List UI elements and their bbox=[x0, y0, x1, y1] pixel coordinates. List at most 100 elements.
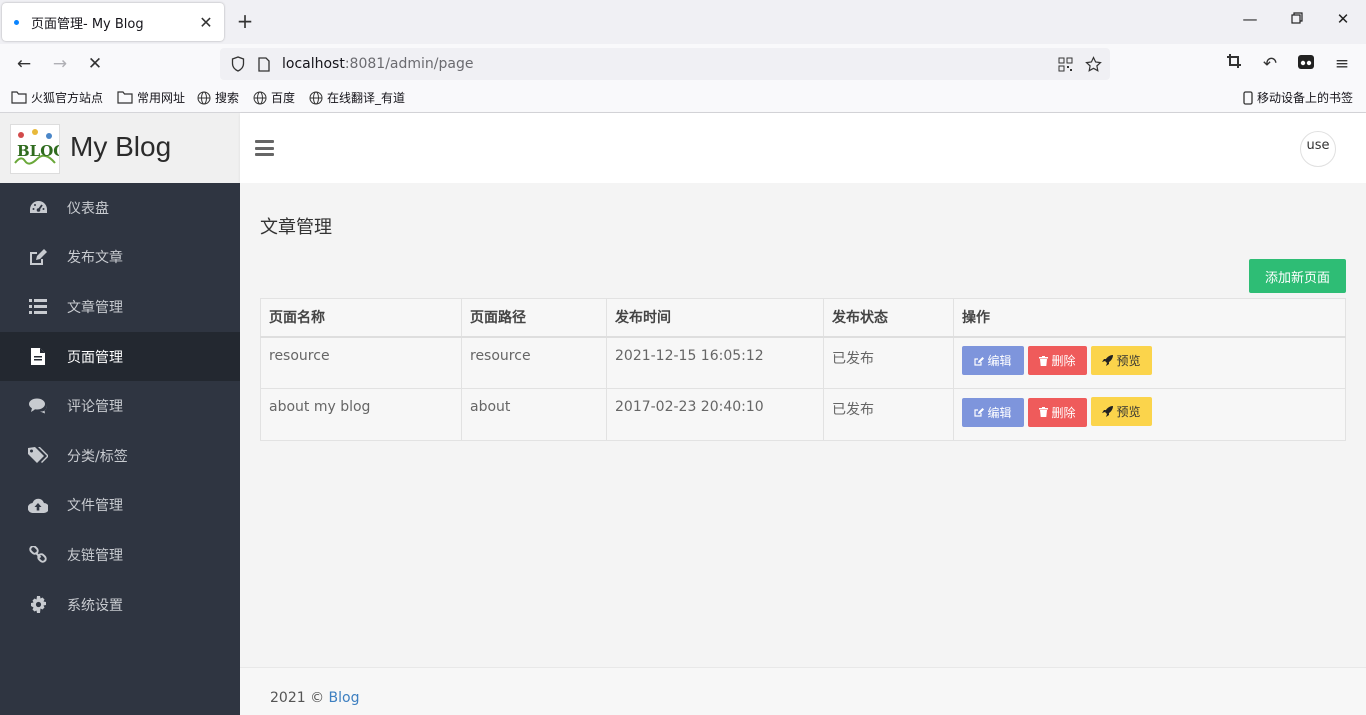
delete-label: 删除 bbox=[1051, 405, 1076, 420]
list-icon bbox=[28, 297, 48, 317]
column-header: 操作 bbox=[953, 298, 1346, 338]
footer-text: 2021 © Blog bbox=[270, 690, 359, 706]
stop-icon[interactable]: ✕ bbox=[84, 53, 106, 75]
status-cell: 已发布 bbox=[823, 336, 954, 389]
gear-icon bbox=[28, 595, 48, 615]
preview-button[interactable]: 预览 bbox=[1091, 397, 1152, 426]
menu-icon[interactable]: ≡ bbox=[1331, 53, 1353, 75]
page-title: 文章管理 bbox=[260, 217, 332, 238]
pages-table: 页面名称 页面路径 发布时间 发布状态 操作 resource resource… bbox=[260, 298, 1346, 441]
bookmark-folder[interactable]: 常用网址 bbox=[117, 89, 185, 106]
url-text[interactable]: localhost:8081/admin/page bbox=[282, 56, 473, 72]
url-path: :8081/admin/page bbox=[344, 56, 474, 72]
tab-title: 页面管理- My Blog bbox=[31, 16, 144, 32]
rocket-icon bbox=[1102, 354, 1114, 366]
new-tab-icon[interactable]: + bbox=[234, 10, 256, 32]
edit-button[interactable]: 编辑 bbox=[962, 397, 1024, 427]
shield-icon[interactable] bbox=[230, 56, 246, 72]
browser-tab[interactable]: 页面管理- My Blog ✕ bbox=[2, 3, 224, 41]
minimize-icon[interactable]: — bbox=[1240, 10, 1260, 28]
edit-button[interactable]: 编辑 bbox=[962, 346, 1024, 375]
footer: 2021 © Blog bbox=[240, 667, 1366, 715]
hamburger-icon[interactable] bbox=[255, 140, 274, 156]
edit-icon bbox=[974, 408, 985, 417]
delete-button[interactable]: 删除 bbox=[1028, 397, 1087, 427]
delete-label: 删除 bbox=[1051, 354, 1076, 368]
sidebar-item-label: 页面管理 bbox=[67, 349, 123, 366]
crop-icon[interactable] bbox=[1223, 53, 1245, 75]
folder-icon bbox=[11, 91, 27, 104]
page-path-cell: about bbox=[461, 388, 607, 441]
table-row: resource resource 2021-12-15 16:05:12 已发… bbox=[260, 336, 1346, 389]
undo-icon[interactable]: ↶ bbox=[1259, 53, 1281, 75]
sidebar-item-comments[interactable]: 评论管理 bbox=[0, 381, 240, 431]
cloud-upload-icon bbox=[28, 495, 48, 515]
preview-label: 预览 bbox=[1116, 405, 1141, 419]
tags-icon bbox=[28, 446, 48, 466]
bookmark-star-icon[interactable] bbox=[1084, 55, 1102, 73]
column-header: 页面名称 bbox=[260, 298, 462, 338]
app-logo-text[interactable]: My Blog bbox=[70, 131, 171, 163]
url-bar[interactable]: localhost:8081/admin/page bbox=[220, 48, 1110, 80]
delete-button[interactable]: 删除 bbox=[1028, 346, 1087, 375]
main-content: 文章管理 添加新页面 页面名称 页面路径 发布时间 发布状态 操作 resour… bbox=[240, 183, 1366, 667]
sidebar-item-files[interactable]: 文件管理 bbox=[0, 481, 240, 531]
sidebar-item-dashboard[interactable]: 仪表盘 bbox=[0, 183, 240, 233]
edit-label: 编辑 bbox=[987, 354, 1012, 368]
mobile-icon bbox=[1243, 90, 1253, 105]
close-window-icon[interactable]: ✕ bbox=[1333, 10, 1353, 28]
page-name-cell: resource bbox=[260, 336, 462, 389]
sidebar-item-settings[interactable]: 系统设置 bbox=[0, 580, 240, 630]
bookmark-link[interactable]: 搜索 bbox=[197, 89, 239, 106]
mobile-bookmarks[interactable]: 移动设备上的书签 bbox=[1243, 89, 1353, 106]
bookmark-label: 在线翻译_有道 bbox=[327, 91, 406, 105]
sidebar: BLOG My Blog 仪表盘 发布文章 文章管理 页面管理 评论管理 分类/… bbox=[0, 113, 240, 715]
loading-indicator-icon bbox=[14, 19, 19, 25]
sidebar-item-label: 文章管理 bbox=[67, 299, 123, 316]
url-host: localhost bbox=[282, 56, 345, 72]
logo-area: BLOG My Blog bbox=[0, 113, 240, 183]
edit-icon bbox=[974, 356, 985, 366]
sidebar-item-posts[interactable]: 文章管理 bbox=[0, 282, 240, 332]
bookmark-link[interactable]: 在线翻译_有道 bbox=[309, 89, 405, 106]
bookmark-label: 火狐官方站点 bbox=[31, 91, 104, 105]
copyright-text: 2021 © bbox=[270, 690, 329, 706]
qr-code-icon[interactable] bbox=[1056, 55, 1074, 73]
column-header: 发布状态 bbox=[823, 298, 954, 338]
bookmarks-toolbar: 火狐官方站点 常用网址 搜索 百度 在线翻译_有道 移动设备上的书签 bbox=[0, 84, 1366, 113]
tab-close-icon[interactable]: ✕ bbox=[198, 13, 214, 32]
page-name-cell: about my blog bbox=[260, 388, 462, 441]
folder-icon bbox=[117, 91, 133, 104]
actions-cell: 编辑 删除 预览 bbox=[953, 336, 1346, 389]
sidebar-item-pages[interactable]: 页面管理 bbox=[0, 331, 240, 382]
forward-icon[interactable]: → bbox=[49, 53, 71, 75]
restore-icon[interactable] bbox=[1287, 10, 1307, 28]
sidebar-item-categories[interactable]: 分类/标签 bbox=[0, 431, 240, 481]
link-icon bbox=[28, 545, 48, 565]
status-cell: 已发布 bbox=[823, 388, 954, 441]
sidebar-item-links[interactable]: 友链管理 bbox=[0, 530, 240, 580]
sidebar-item-label: 文件管理 bbox=[67, 498, 123, 515]
bookmark-link[interactable]: 百度 bbox=[253, 89, 295, 106]
extension-icon[interactable] bbox=[1295, 53, 1317, 75]
back-icon[interactable]: ← bbox=[13, 53, 35, 75]
add-page-button[interactable]: 添加新页面 bbox=[1249, 259, 1346, 293]
preview-button[interactable]: 预览 bbox=[1091, 345, 1152, 375]
dashboard-icon bbox=[28, 198, 48, 218]
sidebar-item-label: 系统设置 bbox=[67, 597, 123, 614]
footer-blog-link[interactable]: Blog bbox=[329, 690, 360, 706]
rocket-icon bbox=[1102, 406, 1114, 417]
bookmark-folder[interactable]: 火狐官方站点 bbox=[11, 89, 103, 106]
column-header: 页面路径 bbox=[461, 298, 607, 338]
user-avatar[interactable]: use bbox=[1300, 131, 1336, 167]
logo-image[interactable]: BLOG bbox=[10, 124, 66, 174]
edit-icon bbox=[28, 247, 48, 267]
sidebar-item-new-post[interactable]: 发布文章 bbox=[0, 233, 240, 283]
app-header: use bbox=[240, 113, 1366, 183]
sidebar-menu: 仪表盘 发布文章 文章管理 页面管理 评论管理 分类/标签 文件管理 友链管理 bbox=[0, 183, 240, 629]
page-icon bbox=[256, 56, 272, 72]
bookmark-label: 搜索 bbox=[215, 91, 240, 105]
edit-label: 编辑 bbox=[987, 405, 1012, 420]
sidebar-item-label: 仪表盘 bbox=[67, 200, 109, 217]
globe-icon bbox=[309, 91, 323, 104]
